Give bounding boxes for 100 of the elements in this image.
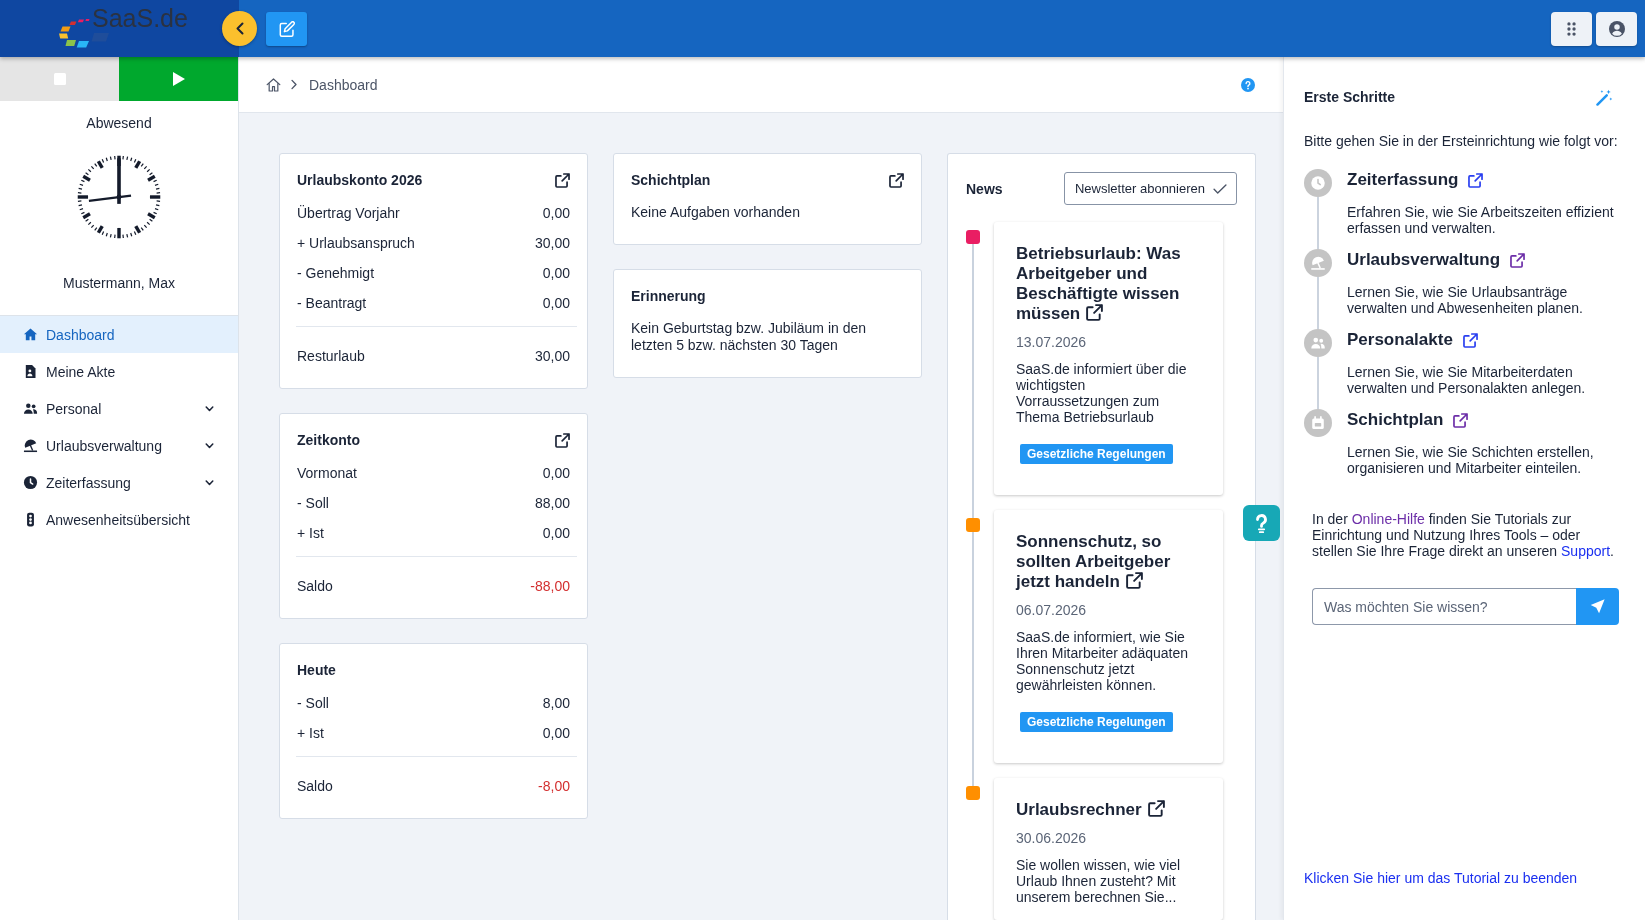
step-text: Lernen Sie, wie Sie Mitarbeiterdaten verwalten und Personalakten anlegen.: [1347, 364, 1587, 396]
row-label: + Ist: [297, 524, 324, 542]
external-link-icon[interactable]: [1147, 800, 1165, 817]
chevron-right-icon: [291, 79, 297, 90]
row-label: - Genehmigt: [297, 264, 375, 282]
total-value: 30,00: [534, 347, 570, 365]
row-value: 0,00: [542, 204, 570, 222]
beach-umbrella-icon[interactable]: [23, 438, 38, 453]
logo-text: SaaS.de: [92, 3, 188, 33]
help-icon[interactable]: [1241, 77, 1255, 92]
sidebar-item[interactable]: Meine Akte: [0, 353, 238, 390]
step-text: Erfahren Sie, wie Sie Arbeitszeiten effizient erfassen und verwalten.: [1347, 204, 1615, 236]
chevron-down-icon[interactable]: [205, 479, 214, 486]
news-heading: News: [966, 179, 1003, 198]
chevron-down-icon[interactable]: [205, 442, 214, 449]
play-icon[interactable]: [172, 72, 185, 86]
news-date: 06.07.2026: [1016, 601, 1087, 619]
row-value: 0,00: [542, 264, 570, 282]
row-value: 0,00: [542, 464, 570, 482]
row-label: + Urlaubsanspruch: [297, 234, 415, 252]
panel-title: Erste Schritte: [1304, 88, 1396, 106]
user-name: Mustermann, Max: [62, 275, 175, 291]
row-value: 8,00: [542, 694, 570, 712]
row-label: - Soll: [297, 694, 329, 712]
step-title: Urlaubsverwaltung: [1347, 249, 1501, 271]
end-tutorial-link[interactable]: Klicken Sie hier um das Tutorial zu beenden: [1304, 870, 1578, 886]
row-label: Vormonat: [297, 464, 357, 482]
subscribe-button[interactable]: Newsletter abonnieren: [1063, 172, 1237, 205]
card-text: Kein Geburtstag bzw. Jubiläum in den letzten 5 bzw. nächsten 30 Tagen: [631, 319, 868, 355]
news-text: SaaS.de informiert über die wichtigsten Vorraussetzungen zum Thema Betriebsurlaub: [1016, 361, 1188, 425]
card-text: Keine Aufgaben vorhanden: [631, 203, 801, 222]
step-title: Zeiterfassung: [1347, 169, 1459, 191]
user-icon[interactable]: [1608, 20, 1625, 37]
total-label: Saldo: [297, 777, 333, 795]
total-value: -8,00: [538, 777, 570, 795]
news-title-link[interactable]: Betriebsurlaub: Was Arbeitgeber und Beschäftigte wissen müssen: [1016, 244, 1196, 324]
external-link-icon[interactable]: [1468, 172, 1484, 188]
external-link-icon[interactable]: [1453, 412, 1469, 428]
intro-text: Bitte gehen Sie in der Ersteinrichtung wie folgt vor:: [1304, 133, 1619, 149]
sidebar-item[interactable]: Zeiterfassung: [0, 464, 238, 501]
file-icon[interactable]: [23, 364, 38, 379]
check-icon[interactable]: [1213, 183, 1227, 194]
status-text: Abwesend: [86, 115, 152, 131]
send-icon[interactable]: [1590, 599, 1605, 614]
row-label: Übertrag Vorjahr: [297, 204, 400, 222]
external-link-icon[interactable]: [1510, 252, 1526, 268]
breadcrumb-item: Dashboard: [309, 75, 378, 94]
help-button[interactable]: [1243, 505, 1280, 541]
row-label: + Ist: [297, 724, 324, 742]
row-value: 30,00: [534, 234, 570, 252]
account-button[interactable]: [1596, 11, 1637, 46]
chevron-left-icon[interactable]: [235, 22, 244, 35]
beach-umbrella-icon: [1304, 249, 1332, 277]
row-value: 0,00: [542, 724, 570, 742]
news-title-link[interactable]: Sonnenschutz, so sollten Arbeitgeber jetzt handeln: [1016, 532, 1196, 592]
news-date: 13.07.2026: [1016, 333, 1087, 351]
people-icon[interactable]: [23, 401, 38, 416]
total-value: -88,00: [530, 577, 570, 595]
help-link[interactable]: Online-Hilfe: [1351, 511, 1425, 527]
step-text: Lernen Sie, wie Sie Schichten erstellen, organisieren und Mitarbeiter einteilen.: [1347, 444, 1595, 476]
external-link-icon[interactable]: [555, 432, 570, 448]
home-icon[interactable]: [23, 327, 38, 342]
external-link-icon[interactable]: [1125, 572, 1143, 589]
news-date: 30.06.2026: [1016, 829, 1087, 847]
step-title: Schichtplan: [1347, 409, 1444, 431]
question-input[interactable]: Was möchten Sie wissen?: [1312, 588, 1576, 625]
news-text: SaaS.de informiert, wie Sie Ihren Mitarbeiter adäquaten Sonnenschutz jetzt gewährleisten können.: [1016, 629, 1189, 693]
card-title: Zeitkonto: [297, 431, 360, 449]
card-title: Urlaubskonto 2026: [297, 171, 423, 189]
card-title: Erinnerung: [631, 287, 706, 305]
total-label: Resturlaub: [297, 347, 365, 365]
sidebar-item[interactable]: Personal: [0, 390, 238, 427]
sidebar-item[interactable]: Anwesenheitsübersicht: [0, 501, 238, 538]
card-title: Schichtplan: [631, 171, 711, 189]
external-link-icon[interactable]: [555, 172, 570, 188]
people-icon: [1304, 329, 1332, 357]
row-label: - Beantragt: [297, 294, 367, 312]
clock-icon[interactable]: [23, 475, 38, 490]
row-label: - Soll: [297, 494, 329, 512]
news-text: Sie wollen wissen, wie viel Urlaub Ihnen zusteht? Mit unserem berechnen Sie...: [1016, 857, 1182, 905]
news-title-link[interactable]: Urlaubsrechner: [1016, 800, 1196, 820]
external-link-icon[interactable]: [1086, 304, 1104, 321]
sidebar-item[interactable]: Dashboard: [0, 316, 238, 353]
chevron-down-icon[interactable]: [205, 405, 214, 412]
card-title: Heute: [297, 661, 336, 679]
step-title: Personalakte: [1347, 329, 1453, 351]
external-link-icon[interactable]: [889, 172, 904, 188]
step-text: Lernen Sie, wie Sie Urlaubsanträge verwalten und Abwesenheiten planen.: [1347, 284, 1584, 316]
home-icon[interactable]: [266, 77, 281, 92]
send-button[interactable]: [1576, 588, 1619, 625]
edit-button[interactable]: [266, 11, 307, 46]
edit-icon[interactable]: [278, 20, 295, 37]
apps-button[interactable]: [1551, 11, 1592, 46]
magic-wand-icon[interactable]: [1596, 88, 1613, 106]
question-mark-icon[interactable]: [1255, 512, 1268, 534]
sidebar-item[interactable]: Urlaubsverwaltung: [0, 427, 238, 464]
grid-icon[interactable]: [1567, 21, 1576, 36]
external-link-icon[interactable]: [1462, 332, 1478, 348]
row-value: 0,00: [542, 294, 570, 312]
help-text: In der Online-Hilfe finden Sie Tutorials zur Einrichtung und Nutzung Ihres Tools – oder stellen Sie Ihre Frage direkt an unseren Support.: [1312, 511, 1615, 559]
